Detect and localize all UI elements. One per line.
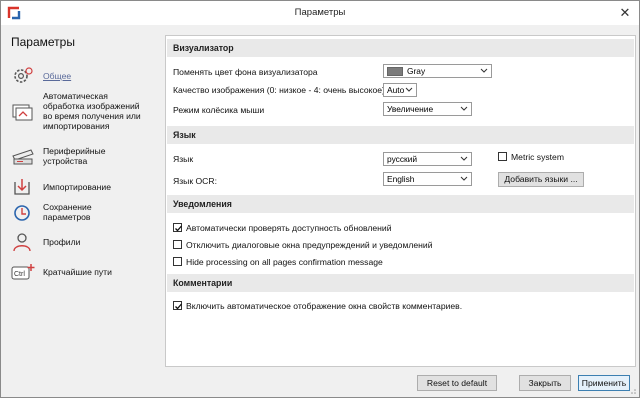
import-icon xyxy=(14,179,30,195)
window-title: Параметры xyxy=(294,7,346,18)
title-bar: Параметры ✕ xyxy=(1,1,639,25)
checkmark-icon xyxy=(175,303,182,310)
wheel-mode-label: Режим колёсика мыши xyxy=(173,105,265,115)
sidebar-item-profiles[interactable]: Профили xyxy=(11,231,161,253)
auto-comments-window-label: Включить автоматическое отображение окна… xyxy=(186,301,463,311)
close-icon[interactable]: ✕ xyxy=(617,5,633,21)
add-languages-button[interactable]: Добавить языки ... xyxy=(498,172,584,187)
ocr-language-dropdown[interactable]: English xyxy=(383,172,472,186)
sidebar-item-label: Кратчайшие пути xyxy=(43,267,112,277)
bg-color-value: Gray xyxy=(407,66,426,76)
apply-button[interactable]: Применить xyxy=(578,375,630,391)
sidebar-item-save-settings[interactable]: Сохранение параметров xyxy=(11,202,161,224)
quality-label: Качество изображения (0: низкое - 4: оче… xyxy=(173,85,385,95)
auto-process-icon xyxy=(12,104,33,121)
ocr-language-label: Язык OCR: xyxy=(173,176,217,186)
chevron-down-icon xyxy=(480,68,488,73)
metric-system-label: Metric system xyxy=(511,152,564,162)
sidebar-item-label: Периферийные устройства xyxy=(43,146,106,166)
sidebar-item-general[interactable]: Общее xyxy=(11,65,161,87)
wheel-mode-value: Увеличение xyxy=(387,104,434,114)
resize-grip-icon[interactable] xyxy=(629,387,637,395)
language-value: русский xyxy=(387,154,418,164)
section-header-comments: Комментарии xyxy=(167,274,634,292)
sidebar-item-peripherals[interactable]: Периферийные устройства xyxy=(11,146,161,168)
settings-panel: Визуализатор Поменять цвет фона визуализ… xyxy=(165,35,636,367)
chevron-down-icon xyxy=(405,87,413,92)
chevron-down-icon xyxy=(460,156,468,161)
checkmark-icon xyxy=(175,225,182,232)
chevron-down-icon xyxy=(460,176,468,181)
shortcut-icon: Ctrl xyxy=(11,264,35,280)
section-header-notifications: Уведомления xyxy=(167,195,634,213)
gear-icon xyxy=(14,67,33,83)
sidebar-item-auto-processing[interactable]: Автоматическая обработка изображений во … xyxy=(11,91,161,131)
quality-value: Auto xyxy=(387,85,405,95)
sidebar-title: Параметры xyxy=(11,35,75,49)
ocr-language-value: English xyxy=(387,174,415,184)
metric-system-checkbox[interactable] xyxy=(498,152,507,161)
profile-icon xyxy=(13,233,31,252)
disable-dialogs-checkbox[interactable] xyxy=(173,240,182,249)
section-header-visualizer: Визуализатор xyxy=(167,39,634,57)
sidebar-item-label: Сохранение параметров xyxy=(43,202,92,222)
gray-swatch xyxy=(387,67,403,77)
sidebar-item-label: Профили xyxy=(43,237,81,247)
sidebar-item-label: Импортирование xyxy=(43,182,111,192)
auto-check-updates-label: Автоматически проверять доступность обно… xyxy=(186,223,392,233)
auto-check-updates-checkbox[interactable] xyxy=(173,223,182,232)
bg-color-label: Поменять цвет фона визуализатора xyxy=(173,67,318,77)
sidebar-item-shortcuts[interactable]: Ctrl Кратчайшие пути xyxy=(11,261,161,283)
bg-color-dropdown[interactable]: Gray xyxy=(383,64,492,78)
sidebar: Параметры Общее Автоматическая обработка… xyxy=(1,25,161,375)
close-button[interactable]: Закрыть xyxy=(519,375,571,391)
language-dropdown[interactable]: русский xyxy=(383,152,472,166)
sidebar-item-label: Общее xyxy=(43,71,72,81)
section-header-language: Язык xyxy=(167,126,634,144)
chevron-down-icon xyxy=(460,106,468,111)
sidebar-item-import[interactable]: Импортирование xyxy=(11,176,161,198)
svg-text:Ctrl: Ctrl xyxy=(14,271,25,278)
reset-to-default-button[interactable]: Reset to default xyxy=(417,375,497,391)
settings-window: Параметры ✕ Параметры Общее Автоматическ… xyxy=(0,0,640,398)
sidebar-item-label: Автоматическая обработка изображений во … xyxy=(43,91,141,131)
scanner-icon xyxy=(12,149,34,165)
hide-processing-label: Hide processing on all pages confirmatio… xyxy=(186,257,383,267)
hide-processing-checkbox[interactable] xyxy=(173,257,182,266)
save-settings-icon xyxy=(14,205,30,221)
auto-comments-window-checkbox[interactable] xyxy=(173,301,182,310)
wheel-mode-dropdown[interactable]: Увеличение xyxy=(383,102,472,116)
disable-dialogs-label: Отключить диалоговые окна предупреждений… xyxy=(186,240,433,250)
quality-dropdown[interactable]: Auto xyxy=(383,83,417,97)
language-label: Язык xyxy=(173,154,194,164)
